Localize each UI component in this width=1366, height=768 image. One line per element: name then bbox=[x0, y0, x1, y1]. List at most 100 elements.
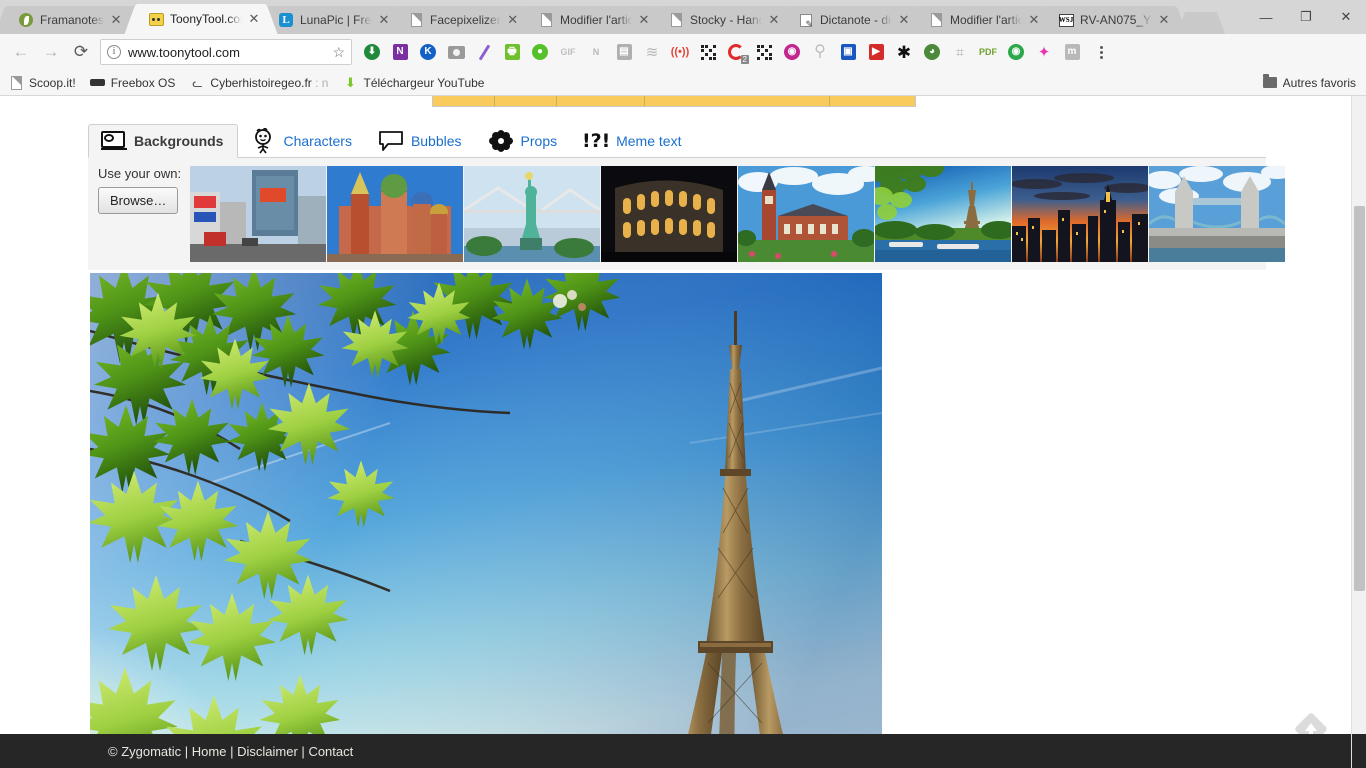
browser-tab-8[interactable]: WSJ RV-AN075_YEA ✕ bbox=[1046, 6, 1176, 34]
video-icon[interactable]: ▶ bbox=[862, 38, 890, 66]
browser-toolbar: ← → ⟳ i www.toonytool.com ☆ ⬇ N K 🖶 ● GIF N ▤ ≋(… bbox=[0, 34, 1366, 70]
star-icon[interactable]: ✱ bbox=[890, 38, 918, 66]
new-tab-button[interactable] bbox=[1186, 12, 1216, 34]
save-icon[interactable]: ▤ bbox=[610, 38, 638, 66]
editor-tab-meme-text[interactable]: !?! Meme text bbox=[571, 124, 695, 157]
wifi-icon[interactable]: ((•)) bbox=[666, 38, 694, 66]
backgrounds-icon bbox=[99, 128, 129, 154]
gray-box-icon[interactable]: m bbox=[1058, 38, 1086, 66]
reload-icon[interactable]: ⟳ bbox=[66, 37, 96, 67]
gif-icon[interactable]: GIF bbox=[554, 38, 582, 66]
editor-toolbar-clipped[interactable] bbox=[432, 96, 916, 107]
pinterest-icon[interactable]: ◉ bbox=[778, 38, 806, 66]
editor-tab-backgrounds[interactable]: Backgrounds bbox=[88, 124, 239, 158]
clipboard-icon[interactable]: 2 bbox=[722, 38, 750, 66]
editor-category-tabs: Backgrounds Characters Bubbles Props!?! Meme… bbox=[88, 123, 1266, 158]
kami-icon[interactable]: K bbox=[414, 38, 442, 66]
chrome-menu-icon[interactable] bbox=[1088, 38, 1114, 66]
browser-tab-0[interactable]: Framanotes ✕ bbox=[6, 6, 136, 34]
address-bar[interactable]: i www.toonytool.com ☆ bbox=[100, 39, 352, 65]
footer-copyright: © Zygomatic bbox=[108, 743, 182, 759]
browser-tab-close-icon[interactable]: ✕ bbox=[1156, 12, 1172, 28]
pen-icon[interactable] bbox=[470, 38, 498, 66]
browser-tab-2[interactable]: L LunaPic | Free ✕ bbox=[266, 6, 396, 34]
dictanote-icon bbox=[798, 12, 814, 29]
book-icon[interactable]: ▣ bbox=[834, 38, 862, 66]
statue-of-liberty-thumbnail[interactable] bbox=[464, 166, 600, 262]
colosseum-thumbnail[interactable] bbox=[601, 166, 737, 262]
moose-icon[interactable]: ✦ bbox=[1030, 38, 1058, 66]
editor-tab-props[interactable]: Props bbox=[476, 124, 572, 157]
browser-tab-title: ToonyTool.com bbox=[170, 12, 242, 26]
page-scrollbar-thumb[interactable] bbox=[1354, 206, 1365, 591]
other-bookmarks-folder[interactable]: Autres favoris bbox=[1262, 74, 1356, 91]
browser-tab-title: RV-AN075_YEA bbox=[1080, 13, 1152, 27]
browse-button[interactable]: Browse… bbox=[98, 187, 179, 214]
bookmark-3[interactable]: ⬇ Téléchargeur YouTube bbox=[342, 75, 484, 91]
site-info-icon[interactable]: i bbox=[107, 45, 121, 59]
browser-tab-7[interactable]: Modifier l'article✕ bbox=[916, 6, 1046, 34]
wsj-icon: WSJ bbox=[1058, 12, 1074, 28]
downthemall-icon[interactable]: ⬇ bbox=[358, 38, 386, 66]
tokyo-shibuya-thumbnail[interactable] bbox=[190, 166, 326, 262]
browser-tab-6[interactable]: Dictanote - dicte✕ bbox=[786, 6, 916, 34]
browser-tab-5[interactable]: Stocky - Handpi✕ bbox=[656, 6, 786, 34]
forward-icon[interactable]: → bbox=[36, 37, 66, 67]
browser-window: Framanotes✕ToonyTool.com✕LLunaPic | Free… bbox=[0, 0, 1366, 768]
editor-canvas[interactable] bbox=[90, 273, 882, 768]
footer-link-disclaimer[interactable]: Disclaimer bbox=[237, 744, 298, 759]
turtle-icon[interactable]: ◕ bbox=[918, 38, 946, 66]
close-window-button[interactable]: ✕ bbox=[1326, 0, 1366, 34]
smiley-icon[interactable]: ◉ bbox=[1002, 38, 1030, 66]
rss-icon[interactable]: ≋ bbox=[638, 38, 666, 66]
footer-link-home[interactable]: Home bbox=[192, 744, 227, 759]
bookmark-1[interactable]: Freebox OS bbox=[90, 75, 175, 91]
browser-tab-1[interactable]: ToonyTool.com ✕ bbox=[136, 4, 266, 34]
browser-tab-3[interactable]: Facepixelizer ✕ bbox=[396, 6, 526, 34]
download-icon: ⬇ bbox=[345, 75, 356, 90]
printfriendly-icon[interactable]: 🖶 bbox=[498, 38, 526, 66]
evernote-icon[interactable]: N bbox=[582, 38, 610, 66]
browser-tab-close-icon[interactable]: ✕ bbox=[108, 12, 124, 28]
url-text[interactable]: www.toonytool.com bbox=[128, 45, 329, 60]
tower-bridge-thumbnail[interactable] bbox=[1149, 166, 1285, 262]
document-icon bbox=[8, 75, 24, 91]
green-dot-icon[interactable]: ● bbox=[526, 38, 554, 66]
calais-town-hall-thumbnail[interactable] bbox=[738, 166, 874, 262]
editor-tab-bubbles[interactable]: Bubbles bbox=[366, 124, 476, 157]
onenote-icon[interactable]: N bbox=[386, 38, 414, 66]
editor-tab-characters[interactable]: Characters bbox=[238, 124, 365, 157]
browser-tab-close-icon[interactable]: ✕ bbox=[246, 11, 262, 27]
ankh-icon[interactable]: ⚲ bbox=[806, 38, 834, 66]
browser-tab-title: Framanotes bbox=[40, 13, 105, 27]
folder-icon bbox=[1262, 74, 1278, 91]
bookmark-2[interactable]: ᓚ Cyberhistoiregeo.fr : n bbox=[189, 75, 328, 91]
browser-tab-title: LunaPic | Free bbox=[300, 13, 372, 27]
bookmark-star-icon[interactable]: ☆ bbox=[329, 44, 345, 61]
browser-tab-title: Modifier l'article bbox=[560, 13, 632, 27]
backgrounds-panel: Use your own: Browse… bbox=[88, 158, 1285, 270]
bookmark-0[interactable]: Scoop.it! bbox=[8, 75, 76, 91]
new-york-skyline-thumbnail[interactable] bbox=[1012, 166, 1148, 262]
footer-link-contact[interactable]: Contact bbox=[308, 744, 353, 759]
browser-tab-4[interactable]: Modifier l'article✕ bbox=[526, 6, 656, 34]
maximize-button[interactable]: ❐ bbox=[1286, 0, 1326, 34]
bookmark-label: Téléchargeur YouTube bbox=[363, 75, 485, 90]
page-scrollbar[interactable] bbox=[1351, 96, 1366, 768]
minimize-button[interactable]: — bbox=[1246, 0, 1286, 34]
editor-tab-label: Characters bbox=[283, 132, 352, 149]
bookmark-label: Scoop.it! bbox=[29, 75, 76, 90]
qrcode2-icon[interactable] bbox=[750, 38, 778, 66]
back-icon[interactable]: ← bbox=[6, 37, 36, 67]
eiffel-tower-thumbnail[interactable] bbox=[875, 166, 1011, 262]
cast-icon[interactable]: ⌗ bbox=[946, 38, 974, 66]
saint-basil-cathedral-thumbnail[interactable] bbox=[327, 166, 463, 262]
bookmarks-bar: Scoop.it! Freebox OS ᓚ Cyberhistoiregeo.fr … bbox=[0, 70, 1366, 96]
freebox-icon bbox=[90, 75, 106, 91]
camera-icon[interactable] bbox=[442, 38, 470, 66]
browser-tab-strip: Framanotes✕ToonyTool.com✕LLunaPic | Free… bbox=[0, 0, 1366, 34]
document-icon bbox=[408, 12, 424, 28]
browser-tab-title: Facepixelizer bbox=[430, 13, 501, 27]
pdf-icon[interactable]: PDF bbox=[974, 38, 1002, 66]
qrcode-icon[interactable] bbox=[694, 38, 722, 66]
